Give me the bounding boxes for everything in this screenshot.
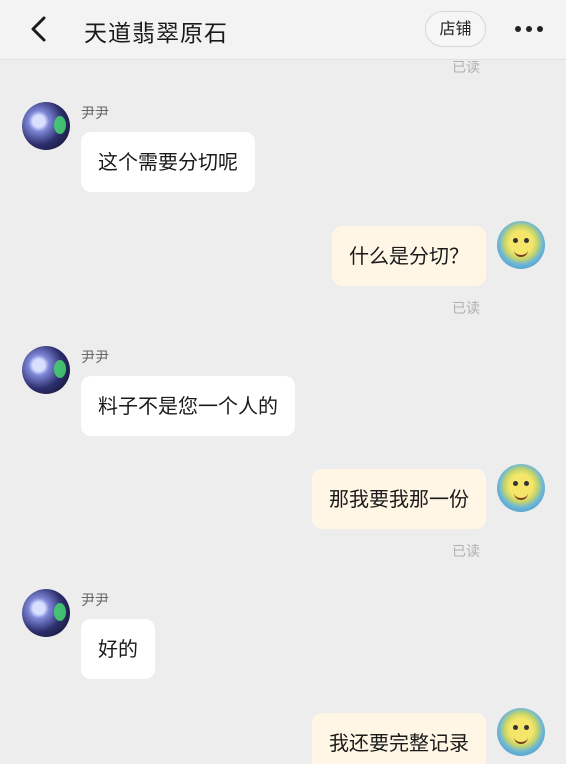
read-receipt: 已读: [452, 301, 480, 317]
read-receipt: 已读: [452, 544, 480, 560]
message-bubble-incoming[interactable]: 这个需要分切呢: [81, 132, 255, 192]
shop-button[interactable]: 店铺: [425, 11, 486, 47]
message-bubble-incoming[interactable]: 好的: [81, 619, 155, 679]
contact-nickname: 尹尹: [81, 593, 109, 609]
my-avatar[interactable]: [497, 464, 545, 512]
contact-avatar[interactable]: [22, 589, 70, 637]
message-bubble-outgoing[interactable]: 什么是分切？: [332, 226, 486, 286]
my-avatar[interactable]: [497, 221, 545, 269]
message-bubble-incoming[interactable]: 料子不是您一个人的: [81, 376, 295, 436]
contact-nickname: 尹尹: [81, 350, 109, 366]
message-list[interactable]: 已读 尹尹 这个需要分切呢 什么是分切？ 已读 尹尹 料子不是您一个人的 那我要…: [0, 61, 566, 764]
message-bubble-outgoing[interactable]: 那我要我那一份: [312, 469, 486, 529]
chat-title: 天道翡翠原石: [84, 21, 228, 47]
my-avatar[interactable]: [497, 708, 545, 756]
message-bubble-outgoing[interactable]: 我还要完整记录: [312, 713, 486, 764]
read-receipt: 已读: [452, 61, 480, 76]
back-icon[interactable]: [26, 14, 52, 44]
contact-nickname: 尹尹: [81, 106, 109, 122]
contact-avatar[interactable]: [22, 346, 70, 394]
chat-header: 天道翡翠原石 店铺: [0, 0, 566, 60]
contact-avatar[interactable]: [22, 102, 70, 150]
more-options-icon[interactable]: [512, 18, 546, 40]
